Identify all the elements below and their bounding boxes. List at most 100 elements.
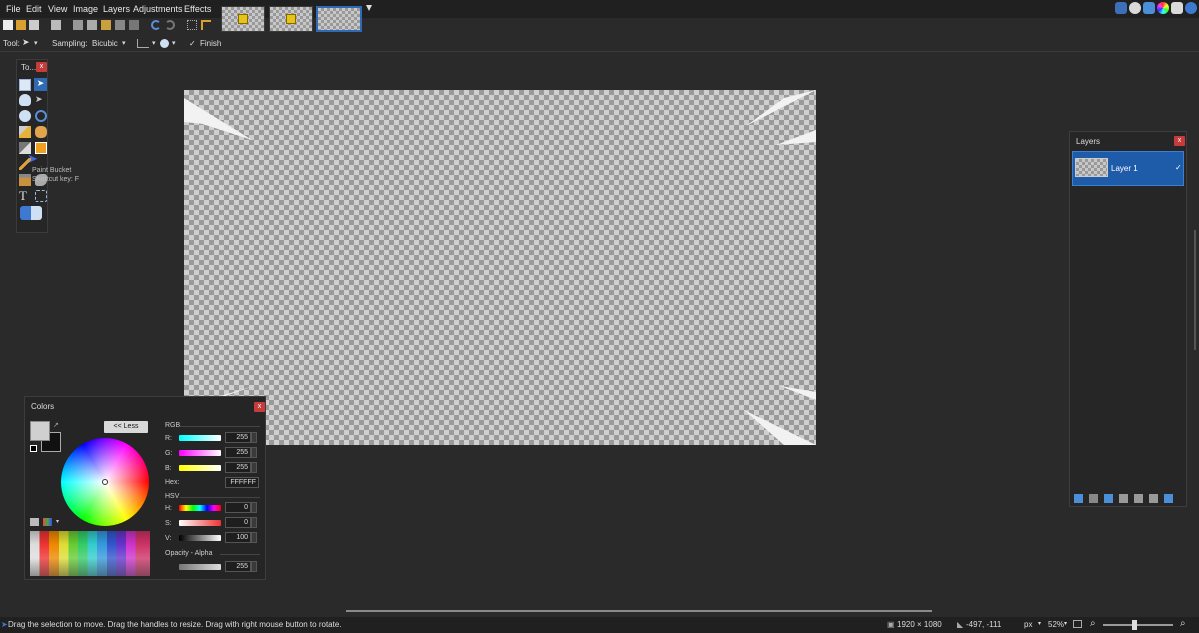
text-tool-icon[interactable]: T [19,189,31,202]
menu-adjustments[interactable]: Adjustments [133,4,183,14]
move-layer-down-icon[interactable] [1149,494,1158,503]
tab-image-3[interactable] [316,6,362,32]
save-icon[interactable] [29,20,39,30]
layer-properties-icon[interactable] [1164,494,1173,503]
grid-icon[interactable] [187,20,197,30]
open-folder-icon[interactable] [16,20,26,30]
alpha-slider[interactable] [179,564,221,570]
green-spinner[interactable] [251,447,257,458]
copy-icon[interactable] [87,20,97,30]
zoom-level[interactable]: 52% [1048,620,1064,629]
lasso-select-icon[interactable] [19,94,31,106]
layers-close-button[interactable]: x [1174,136,1185,146]
alpha-spinner[interactable] [251,561,257,572]
layer-row[interactable]: Layer 1 ✓ [1072,151,1184,186]
chevron-down-icon[interactable]: ▾ [56,518,59,525]
blue-slider[interactable] [179,465,221,471]
value-slider[interactable] [179,535,221,541]
horizontal-scrollbar[interactable] [346,610,932,612]
blue-spinner[interactable] [251,462,257,473]
vertical-scrollbar[interactable] [1194,230,1196,350]
unit-select[interactable]: px [1024,620,1032,629]
sampling-select[interactable]: Bicubic [92,39,118,48]
move-selected-icon[interactable]: ➤ [35,94,47,106]
new-file-icon[interactable] [3,20,13,30]
hue-slider[interactable] [179,505,221,511]
tools-toggle-icon[interactable] [1115,2,1127,14]
move-layer-up-icon[interactable] [1134,494,1143,503]
saturation-value-input[interactable]: 0 [225,517,251,528]
help-icon[interactable] [1185,2,1197,14]
color-wheel-handle[interactable] [102,479,108,485]
menu-layers[interactable]: Layers [103,4,130,14]
shapes-icon[interactable] [20,206,42,220]
less-button[interactable]: << Less [104,421,148,433]
chevron-down-icon[interactable]: ▾ [1064,620,1067,627]
primary-color-swatch[interactable] [30,421,50,441]
value-value-input[interactable]: 100 [225,532,251,543]
hue-spinner[interactable] [251,502,257,513]
menu-file[interactable]: File [6,4,21,14]
paste-icon[interactable] [101,20,111,30]
blue-value-input[interactable]: 255 [225,462,251,473]
hue-value-input[interactable]: 0 [225,502,251,513]
zoom-icon[interactable] [35,110,47,122]
chevron-down-icon[interactable]: ▾ [122,39,126,47]
colors-toggle-icon[interactable] [1157,2,1169,14]
red-value-input[interactable]: 255 [225,432,251,443]
deselect-icon[interactable] [129,20,139,30]
zoom-out-icon[interactable]: ⌕ [1090,618,1096,629]
zoom-slider[interactable] [1103,624,1173,626]
saturation-slider[interactable] [179,520,221,526]
ellipse-select-icon[interactable] [19,110,31,122]
green-value-input[interactable]: 255 [225,447,251,458]
finish-button[interactable]: Finish [200,39,221,48]
zoom-slider-handle[interactable] [1132,620,1137,630]
colors-close-button[interactable]: x [254,402,265,412]
crop-icon[interactable] [115,20,125,30]
print-icon[interactable] [51,20,61,30]
rectangle-select-icon[interactable] [19,79,31,91]
ruler-icon[interactable] [201,20,211,30]
delete-layer-icon[interactable] [1089,494,1098,503]
zoom-fit-icon[interactable] [1073,620,1082,628]
move-selection-tool-icon[interactable]: ➤ [34,78,47,91]
settings-gear-icon[interactable] [1171,2,1183,14]
line-curve-icon[interactable] [35,190,47,202]
tab-image-2[interactable] [269,6,313,32]
menu-effects[interactable]: Effects [184,4,211,14]
antialias-icon[interactable] [137,39,149,48]
image-canvas[interactable] [184,90,816,445]
chevron-down-icon[interactable]: ▾ [172,39,176,47]
cut-icon[interactable] [73,20,83,30]
hex-value-input[interactable]: FFFFFF [225,477,259,488]
history-toggle-icon[interactable] [1129,2,1141,14]
duplicate-layer-icon[interactable] [1104,494,1113,503]
tools-close-button[interactable]: x [36,62,47,72]
move-selection-icon[interactable]: ➤ [22,37,30,48]
merge-layer-icon[interactable] [1119,494,1128,503]
add-layer-icon[interactable] [1074,494,1083,503]
reset-colors-icon[interactable] [30,445,37,452]
chevron-down-icon[interactable]: ▾ [1038,620,1041,627]
chevron-down-icon[interactable]: ▾ [34,39,38,47]
saturation-spinner[interactable] [251,517,257,528]
menu-image[interactable]: Image [73,4,98,14]
alpha-value-input[interactable]: 255 [225,561,251,572]
palette-icon[interactable] [30,518,39,526]
menu-view[interactable]: View [48,4,67,14]
blend-mode-icon[interactable] [160,39,169,48]
palette-menu-icon[interactable] [43,518,52,526]
undo-icon[interactable] [151,20,161,30]
zoom-in-icon[interactable]: ⌕ [1180,618,1186,629]
clone-stamp-icon[interactable] [19,174,31,186]
red-slider[interactable] [179,435,221,441]
green-slider[interactable] [179,450,221,456]
red-spinner[interactable] [251,432,257,443]
pan-hand-icon[interactable] [35,126,47,138]
redo-icon[interactable] [165,20,175,30]
tab-image-1[interactable] [221,6,265,32]
value-spinner[interactable] [251,532,257,543]
layers-toggle-icon[interactable] [1143,2,1155,14]
swap-colors-icon[interactable]: ↗ [53,421,59,429]
